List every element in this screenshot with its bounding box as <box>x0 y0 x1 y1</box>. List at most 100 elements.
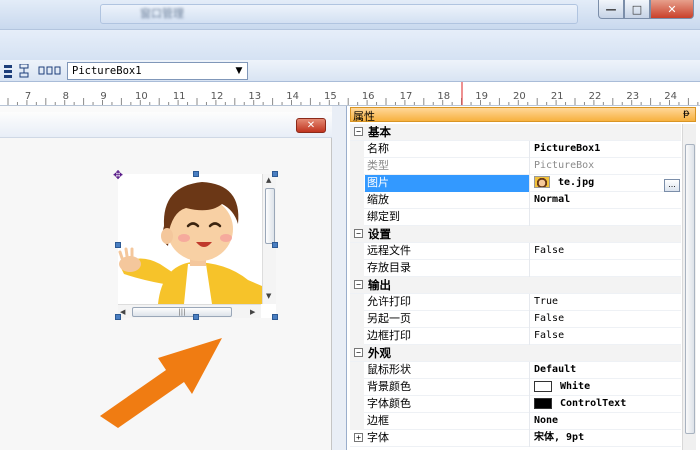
expand-icon[interactable]: + <box>354 433 363 442</box>
property-label: 边框 <box>365 413 530 430</box>
collapse-icon[interactable]: − <box>354 229 363 238</box>
picture-horizontal-scrollbar[interactable]: ◀ ||| ▶ <box>118 304 261 318</box>
move-handle-icon[interactable]: ✥ <box>113 168 123 182</box>
category-appearance[interactable]: − 外观 <box>350 345 681 362</box>
control-select[interactable]: PictureBox1 ▼ <box>67 62 248 80</box>
app-window: 窗口管理 — □ ✕ PictureBox1 ▼ 7 8 9 10 11 12 13 14 15… <box>0 0 700 450</box>
property-row-new-page[interactable]: 另起一页 False <box>350 311 681 328</box>
category-label: 外观 <box>368 346 391 360</box>
align-icon[interactable] <box>0 64 16 78</box>
property-label: 字体颜色 <box>365 396 530 413</box>
property-label: 允许打印 <box>365 294 530 311</box>
scroll-right-icon[interactable]: ▶ <box>250 308 255 316</box>
picture-box[interactable] <box>118 174 276 318</box>
properties-scroll-thumb[interactable] <box>685 144 695 434</box>
ruler-number: 15 <box>324 91 337 102</box>
color-swatch <box>534 397 552 409</box>
resize-handle-bottom-right[interactable] <box>272 314 278 320</box>
property-label: 背景颜色 <box>365 379 530 396</box>
control-select-value: PictureBox1 <box>72 65 142 77</box>
ruler-number: 11 <box>172 91 186 102</box>
cartoon-boy-image <box>118 174 262 304</box>
property-value[interactable]: True <box>531 294 681 311</box>
close-button[interactable]: ✕ <box>650 0 694 19</box>
property-row-allow-print[interactable]: 允许打印 True <box>350 294 681 311</box>
category-settings[interactable]: − 设置 <box>350 226 681 243</box>
property-row-cursor[interactable]: 鼠标形状 Default <box>350 362 681 379</box>
ruler-number: 17 <box>399 91 413 102</box>
property-value[interactable]: te.jpg <box>558 177 594 188</box>
resize-handle-left[interactable] <box>115 242 121 248</box>
scroll-down-icon[interactable]: ▼ <box>266 292 271 300</box>
property-value[interactable]: False <box>531 311 681 328</box>
resize-handle-top[interactable] <box>193 171 199 177</box>
property-label: 缩放 <box>365 192 530 209</box>
property-row-type[interactable]: 类型 PictureBox <box>350 158 681 175</box>
category-basic[interactable]: − 基本 <box>350 124 681 141</box>
ruler-number: 20 <box>513 91 526 102</box>
ruler-number: 12 <box>210 91 224 102</box>
property-value[interactable] <box>531 260 681 277</box>
property-value[interactable]: 宋体, 9pt <box>531 430 681 447</box>
property-row-font[interactable]: + 字体 宋体, 9pt <box>350 430 681 447</box>
toolbar: PictureBox1 ▼ <box>0 60 700 82</box>
browse-image-button[interactable]: ... <box>664 179 680 192</box>
horizontal-spacing-icon[interactable] <box>38 64 62 78</box>
window-title: 窗口管理 <box>140 7 184 20</box>
maximize-button[interactable]: □ <box>624 0 650 19</box>
minimize-button[interactable]: — <box>598 0 624 19</box>
collapse-icon[interactable]: − <box>354 348 363 357</box>
property-label: 远程文件 <box>365 243 530 260</box>
canvas-close-button[interactable]: ✕ <box>296 118 326 133</box>
resize-handle-bottom[interactable] <box>193 314 199 320</box>
picture-vertical-scrollbar[interactable]: ▲ ▼ <box>262 174 276 304</box>
ruler-number: 19 <box>475 91 488 102</box>
property-label: 名称 <box>365 141 530 158</box>
property-label: 字体 <box>365 430 530 447</box>
resize-handle-right[interactable] <box>272 242 278 248</box>
properties-header <box>350 107 696 122</box>
canvas-header <box>0 112 332 138</box>
ruler-number: 24 <box>664 91 677 102</box>
property-value[interactable]: Normal <box>531 192 681 209</box>
scroll-up-icon[interactable]: ▲ <box>266 176 271 184</box>
property-label: 绑定到 <box>365 209 530 226</box>
property-value[interactable]: ControlText <box>560 398 626 409</box>
panel-splitter[interactable] <box>332 106 346 450</box>
resize-handle-top-right[interactable] <box>272 171 278 177</box>
property-value[interactable] <box>531 209 681 226</box>
vertical-spacing-icon[interactable] <box>16 63 32 78</box>
property-row-border[interactable]: 边框 None <box>350 413 681 430</box>
properties-scrollbar[interactable] <box>682 124 696 450</box>
property-row-name[interactable]: 名称 PictureBox1 <box>350 141 681 158</box>
property-row-save-dir[interactable]: 存放目录 <box>350 260 681 277</box>
collapse-icon[interactable]: − <box>354 127 363 136</box>
horizontal-scroll-thumb[interactable]: ||| <box>132 307 232 317</box>
property-value[interactable]: False <box>531 328 681 345</box>
property-value: PictureBox <box>534 160 595 171</box>
property-value[interactable]: False <box>531 243 681 260</box>
property-value[interactable]: White <box>560 381 590 392</box>
property-label: 存放目录 <box>365 260 530 277</box>
category-output[interactable]: − 输出 <box>350 277 681 294</box>
property-row-remote-file[interactable]: 远程文件 False <box>350 243 681 260</box>
collapse-icon[interactable]: − <box>354 280 363 289</box>
vertical-scroll-thumb[interactable] <box>265 188 275 244</box>
property-row-image[interactable]: 图片 te.jpg <box>350 175 681 192</box>
property-value[interactable]: Default <box>531 362 681 379</box>
ruler-number: 10 <box>135 91 148 102</box>
ruler-number: 8 <box>62 91 69 102</box>
ruler-number: 9 <box>100 91 107 102</box>
pin-icon[interactable]: ᵽ <box>683 108 690 119</box>
property-row-zoom[interactable]: 缩放 Normal <box>350 192 681 209</box>
horizontal-ruler: 7 8 9 10 11 12 13 14 15 16 17 18 19 20 21 22 23 24 <box>0 82 700 106</box>
property-row-border-print[interactable]: 边框打印 False <box>350 328 681 345</box>
property-value[interactable]: None <box>531 413 681 430</box>
property-row-bind[interactable]: 绑定到 <box>350 209 681 226</box>
property-row-bg-color[interactable]: 背景颜色 White <box>350 379 681 396</box>
property-row-font-color[interactable]: 字体颜色 ControlText <box>350 396 681 413</box>
chevron-down-icon[interactable]: ▼ <box>232 64 246 78</box>
resize-handle-bottom-left[interactable] <box>115 314 121 320</box>
property-value[interactable]: PictureBox1 <box>531 141 681 158</box>
ruler-number: 23 <box>626 91 640 102</box>
